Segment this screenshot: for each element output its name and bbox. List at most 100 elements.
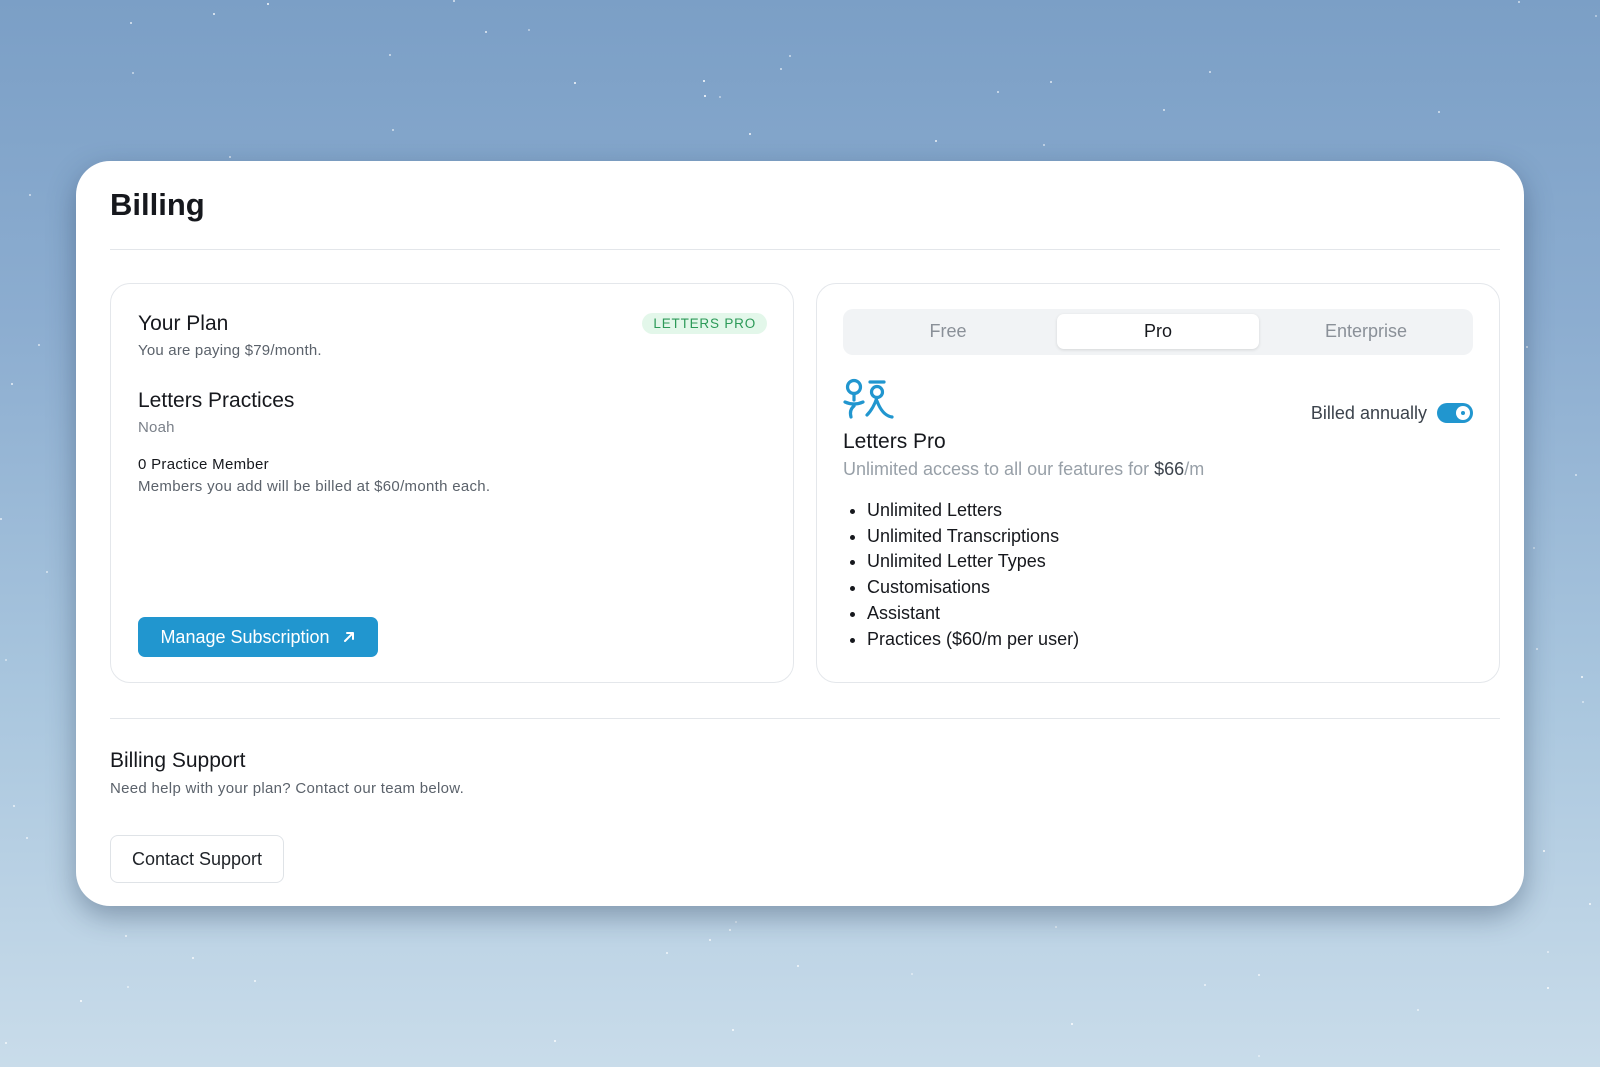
star-speck — [1518, 1, 1520, 3]
star-speck — [797, 965, 799, 967]
practice-name: Letters Practices — [138, 389, 295, 412]
star-speck — [911, 973, 913, 975]
member-count: 0 Practice Member — [138, 456, 269, 473]
star-speck — [1043, 144, 1045, 146]
plan-price-text: You are paying $79/month. — [138, 342, 322, 359]
star-speck — [729, 929, 731, 931]
feature-item: Customisations — [867, 575, 1079, 601]
manage-subscription-label: Manage Subscription — [160, 626, 330, 647]
star-speck — [267, 3, 269, 5]
star-speck — [1209, 71, 1211, 73]
star-speck — [997, 91, 999, 93]
letters-logo-icon — [843, 377, 895, 426]
star-speck — [1575, 474, 1577, 476]
feature-item: Practices ($60/m per user) — [867, 627, 1079, 653]
star-speck — [11, 383, 13, 385]
feature-item: Assistant — [867, 601, 1079, 627]
star-speck — [554, 1040, 556, 1042]
star-speck — [1071, 1023, 1073, 1025]
star-speck — [13, 805, 15, 807]
plan-badge: LETTERS PRO — [642, 313, 767, 334]
star-speck — [453, 0, 455, 2]
feature-item: Unlimited Letters — [867, 498, 1079, 524]
star-speck — [1055, 926, 1057, 928]
star-speck — [1438, 111, 1440, 113]
star-speck — [46, 571, 48, 573]
star-speck — [38, 344, 40, 346]
support-title: Billing Support — [110, 749, 246, 772]
star-speck — [1543, 850, 1545, 852]
star-speck — [1258, 1055, 1260, 1057]
member-billing-note: Members you add will be billed at $60/mo… — [138, 478, 491, 495]
star-speck — [132, 72, 134, 74]
star-speck — [703, 80, 705, 82]
star-speck — [1526, 346, 1528, 348]
feature-item: Unlimited Transcriptions — [867, 524, 1079, 550]
star-speck — [125, 935, 127, 937]
star-speck — [1417, 1009, 1419, 1011]
star-speck — [1163, 109, 1165, 111]
star-speck — [213, 13, 215, 15]
star-speck — [389, 54, 391, 56]
star-speck — [130, 22, 132, 24]
support-subtitle: Need help with your plan? Contact our te… — [110, 780, 465, 797]
star-speck — [528, 29, 530, 31]
star-speck — [1547, 987, 1549, 989]
star-speck — [1536, 648, 1538, 650]
star-speck — [127, 986, 129, 988]
star-speck — [935, 140, 937, 142]
star-speck — [1582, 701, 1584, 703]
tier-price-suffix: /m — [1184, 459, 1205, 479]
star-speck — [26, 837, 28, 839]
tier-price: $66 — [1154, 459, 1185, 479]
star-speck — [719, 96, 721, 98]
star-speck — [1547, 951, 1549, 953]
star-speck — [735, 921, 737, 923]
tier-description-text: Unlimited access to all our features for — [843, 459, 1150, 479]
star-speck — [704, 95, 706, 97]
star-speck — [1595, 15, 1597, 17]
tier-description: Unlimited access to all our features for… — [843, 459, 1204, 480]
star-speck — [192, 957, 194, 959]
billing-period-label: Billed annually — [1310, 403, 1427, 423]
section-divider — [110, 718, 1500, 719]
feature-item: Unlimited Letter Types — [867, 549, 1079, 575]
star-speck — [789, 55, 791, 57]
page-title: Billing — [110, 187, 205, 222]
manage-subscription-button[interactable]: Manage Subscription — [138, 617, 378, 657]
toggle-knob — [1456, 406, 1470, 420]
tab-free[interactable]: Free — [847, 314, 1049, 349]
practice-owner: Noah — [138, 419, 175, 436]
star-speck — [1258, 974, 1260, 976]
star-speck — [1533, 547, 1535, 549]
tab-pro[interactable]: Pro — [1057, 314, 1259, 349]
star-speck — [1204, 984, 1206, 986]
star-speck — [5, 1042, 7, 1044]
feature-list: Unlimited Letters Unlimited Transcriptio… — [843, 498, 1079, 652]
header-divider — [110, 249, 1500, 250]
plan-tier-switcher: Free Pro Enterprise — [843, 309, 1473, 355]
star-speck — [254, 980, 256, 982]
star-speck — [229, 156, 231, 158]
plan-tiers-panel: Free Pro Enterprise Billed annually Lett… — [816, 283, 1500, 683]
star-speck — [1589, 903, 1591, 905]
star-speck — [666, 952, 668, 954]
star-speck — [1050, 81, 1052, 83]
star-speck — [5, 659, 7, 661]
star-speck — [0, 518, 2, 520]
tier-name: Letters Pro — [843, 430, 946, 453]
your-plan-panel: Your Plan You are paying $79/month. LETT… — [110, 283, 794, 683]
contact-support-button[interactable]: Contact Support — [110, 835, 284, 883]
star-speck — [80, 1000, 82, 1002]
star-speck — [709, 939, 711, 941]
arrow-up-right-icon — [342, 630, 356, 644]
star-speck — [1581, 676, 1583, 678]
billed-annually-toggle[interactable] — [1437, 403, 1473, 423]
star-speck — [29, 194, 31, 196]
star-speck — [574, 82, 576, 84]
star-speck — [392, 129, 394, 131]
plan-title: Your Plan — [138, 312, 229, 335]
star-speck — [749, 133, 751, 135]
billing-card: Billing Your Plan You are paying $79/mon… — [76, 161, 1524, 906]
tab-enterprise[interactable]: Enterprise — [1265, 314, 1467, 349]
